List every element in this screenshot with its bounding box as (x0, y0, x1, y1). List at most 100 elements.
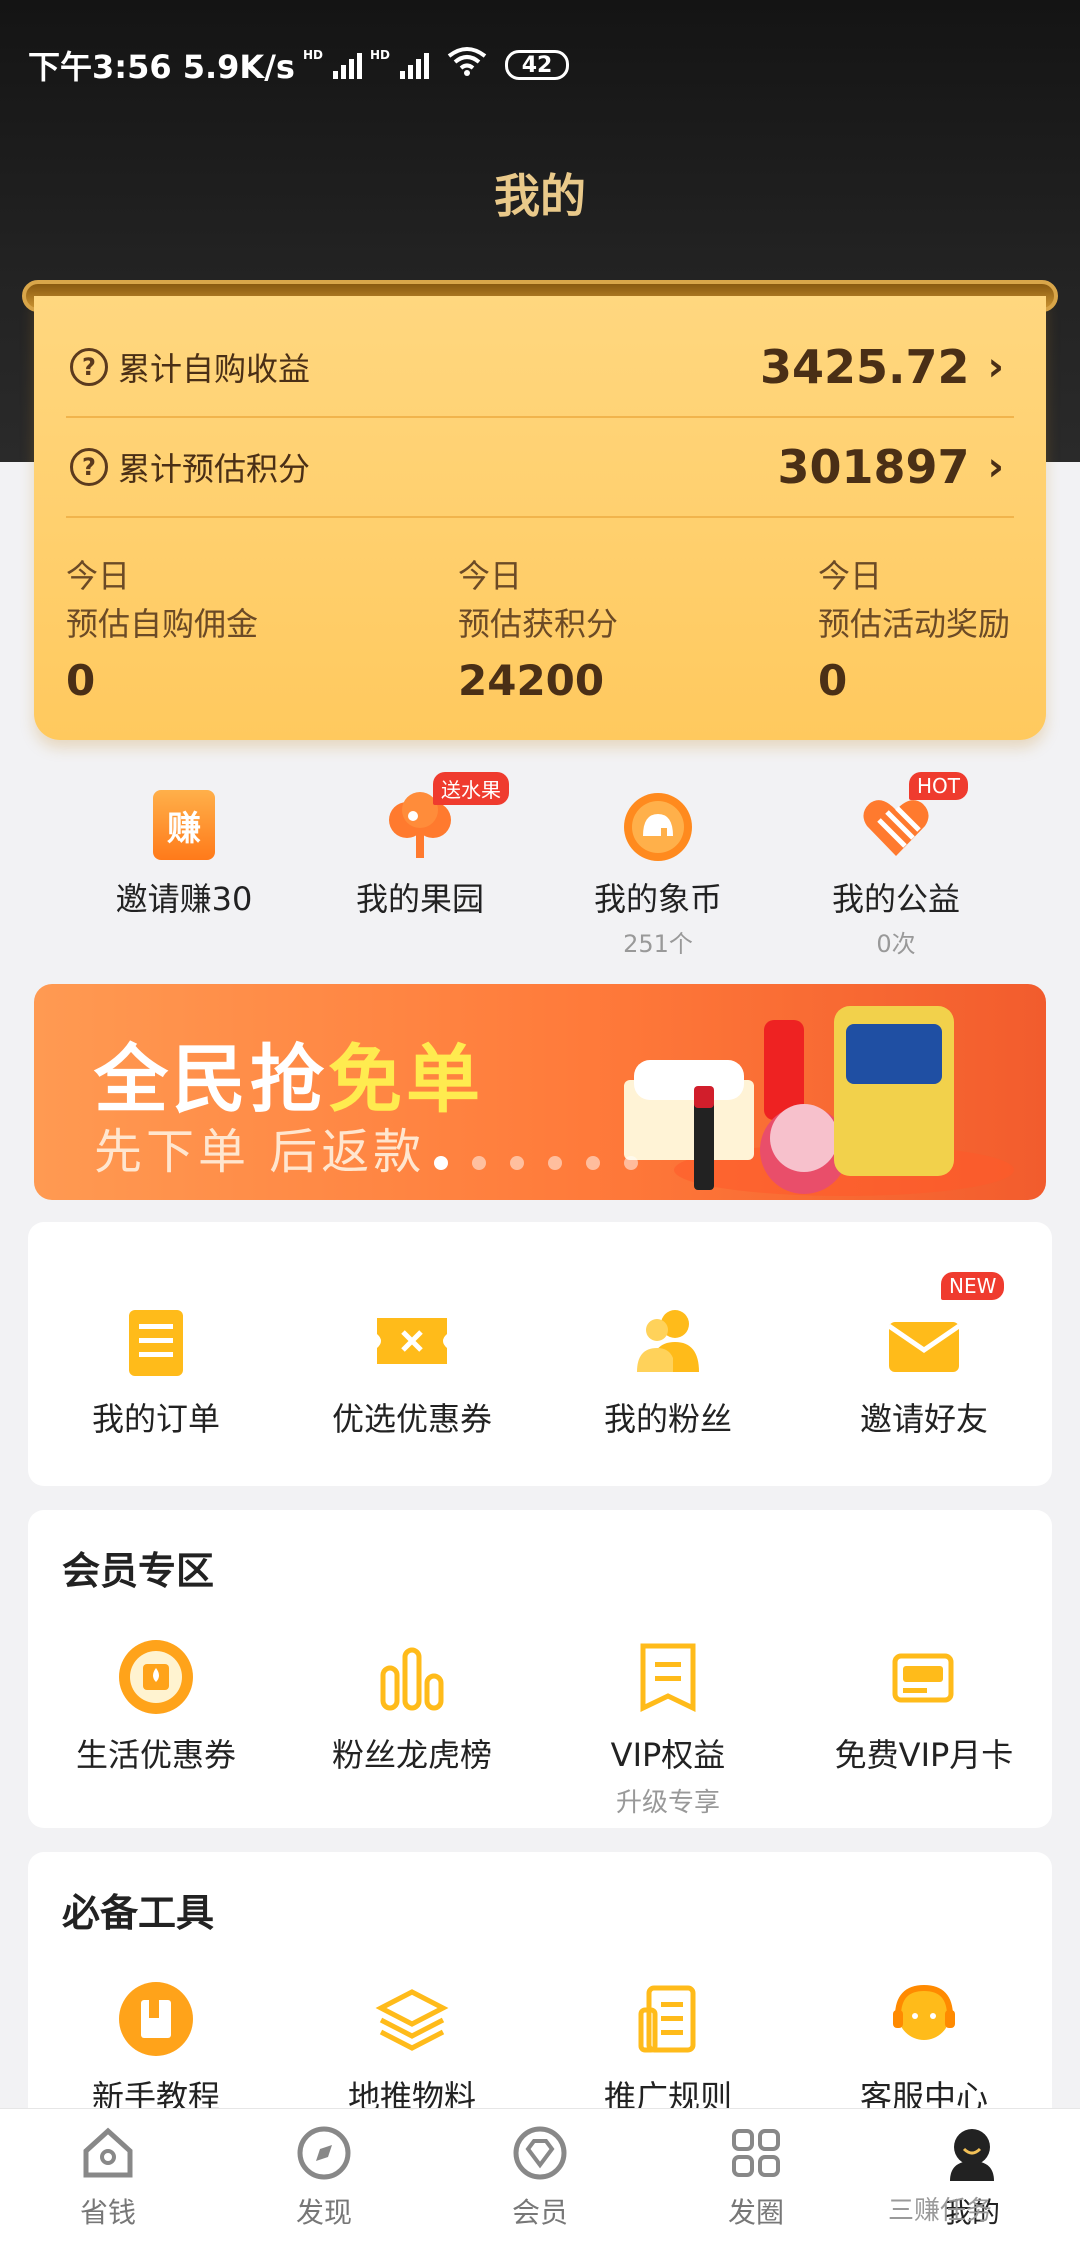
hd-label-2: HD (369, 48, 390, 62)
tab-mine[interactable]: 我的 (864, 2109, 1080, 2248)
vip-card-icon (885, 1638, 963, 1716)
hd-label: HD (302, 48, 323, 62)
profile-icon (942, 2123, 1002, 2183)
tab-moments[interactable]: 发圈 (648, 2109, 864, 2248)
quick-elephant-coin[interactable]: 我的象币 251个 (538, 790, 778, 959)
customer-service[interactable]: 客服中心 (796, 1980, 1052, 2118)
fans-leaderboard[interactable]: 粉丝龙虎榜 (284, 1638, 540, 1776)
promo-materials[interactable]: 地推物料 (284, 1980, 540, 2118)
free-vip-month-card[interactable]: 免费VIP月卡 (796, 1638, 1052, 1776)
vip-rights[interactable]: VIP权益 升级专享 (540, 1638, 796, 1819)
charity-heart-icon: HOT (859, 772, 968, 864)
today-label: 今日 (818, 557, 883, 595)
item-label: 免费VIP月卡 (834, 1736, 1014, 1774)
ranking-bars-icon (373, 1638, 451, 1716)
tab-discover[interactable]: 发现 (216, 2109, 432, 2248)
grid-icon (726, 2123, 786, 2183)
quick-invite-earn[interactable]: 赚 邀请赚30 (64, 790, 304, 920)
fans-icon (629, 1302, 707, 1380)
materials-layers-icon (373, 1980, 451, 2058)
item-label: 生活优惠券 (75, 1736, 236, 1774)
status-bar: 下午3:56 5.9K/s HD HD 42 (28, 42, 569, 88)
item-label: 粉丝龙虎榜 (331, 1736, 492, 1774)
signal-icon (332, 51, 362, 79)
compass-icon (294, 2123, 354, 2183)
total-points-row[interactable]: ? 累计预估积分 301897 › (66, 418, 1014, 518)
diamond-icon (510, 2123, 570, 2183)
banner-dot[interactable] (472, 1156, 486, 1170)
today-label: 今日 (66, 557, 131, 595)
elephant-coin-icon (621, 790, 695, 864)
status-time-speed: 下午3:56 5.9K/s (28, 48, 295, 86)
tools-panel: 必备工具 新手教程 地推物料 推广规则 客服中心 (28, 1852, 1052, 2152)
item-label: VIP权益 (610, 1736, 726, 1774)
new-tag: NEW (941, 1272, 1005, 1300)
tree-icon: 送水果 (383, 772, 509, 864)
beginner-tutorial[interactable]: 新手教程 (28, 1980, 284, 2118)
rules-doc-icon (629, 1980, 707, 2058)
banner-dot[interactable] (624, 1156, 638, 1170)
item-label: 邀请好友 (859, 1400, 988, 1438)
banner-title-a: 全民抢 (94, 1037, 328, 1123)
today-value: 0 (66, 656, 96, 705)
orders-icon (117, 1302, 195, 1380)
tab-label: 发圈 (727, 2196, 784, 2229)
life-coupons[interactable]: 生活优惠券 (28, 1638, 284, 1776)
section-title: 必备工具 (62, 1891, 215, 1935)
tab-label: 会员 (511, 2196, 568, 2229)
tab-label: 发现 (295, 2196, 352, 2229)
quick-actions: 赚 邀请赚30 送水果 我的果园 我的象币 251个 HOT 我的公益 0次 (0, 772, 1080, 958)
invite-envelope-icon: NEW (885, 1272, 1005, 1380)
banner-pagination[interactable] (434, 1156, 638, 1170)
page-title: 我的 (494, 169, 586, 223)
wifi-icon (447, 46, 487, 84)
chevron-right-icon: › (987, 344, 1004, 390)
item-label: 我的订单 (91, 1400, 220, 1438)
help-icon[interactable]: ? (70, 448, 108, 486)
invite-friends[interactable]: NEW 邀请好友 (796, 1272, 1052, 1440)
today-label: 今日 (458, 557, 523, 595)
tab-save-money[interactable]: 省钱 (0, 2109, 216, 2248)
today-desc: 预估自购佣金 (66, 605, 259, 643)
promo-banner[interactable]: 全民抢免单 先下单 后返款 (34, 984, 1046, 1200)
tab-label: 省钱 (79, 2196, 136, 2229)
my-fans[interactable]: 我的粉丝 (540, 1302, 796, 1440)
life-coupon-icon (117, 1638, 195, 1716)
row-label: 累计自购收益 (118, 350, 311, 388)
quick-orchard[interactable]: 送水果 我的果园 (300, 772, 540, 920)
banner-dot[interactable] (586, 1156, 600, 1170)
today-value: 0 (818, 656, 848, 705)
banner-dot[interactable] (434, 1156, 448, 1170)
quick-label: 邀请赚30 (115, 880, 253, 918)
earn-glyph: 赚 (153, 790, 215, 860)
quick-label: 我的象币 (593, 880, 722, 918)
tab-member[interactable]: 会员 (432, 2109, 648, 2248)
promotion-rules[interactable]: 推广规则 (540, 1980, 796, 2118)
total-purchase-earnings-row[interactable]: ? 累计自购收益 3425.72 › (66, 318, 1014, 418)
quick-label: 我的公益 (831, 880, 960, 918)
orchard-tag: 送水果 (433, 772, 509, 805)
today-desc: 预估获积分 (458, 605, 619, 643)
vip-rights-icon (629, 1638, 707, 1716)
battery-indicator: 42 (505, 50, 569, 80)
earnings-card: ? 累计自购收益 3425.72 › ? 累计预估积分 301897 › 今日 … (34, 296, 1046, 740)
quick-charity[interactable]: HOT 我的公益 0次 (776, 772, 1016, 959)
row-label: 累计预估积分 (118, 450, 311, 488)
today-activity-reward: 今日 预估活动奖励 0 (818, 552, 1010, 705)
banner-products-illustration (594, 1000, 1024, 1196)
quick-sub: 251个 (623, 930, 693, 958)
my-orders[interactable]: 我的订单 (28, 1302, 284, 1440)
banner-dot[interactable] (510, 1156, 524, 1170)
today-commission: 今日 预估自购佣金 0 (66, 552, 258, 705)
home-icon (78, 2123, 138, 2183)
today-points: 今日 预估获积分 24200 (458, 552, 618, 705)
quick-sub: 0次 (876, 930, 916, 958)
preferred-coupons[interactable]: 优选优惠券 (284, 1302, 540, 1440)
customer-service-icon (885, 1980, 963, 2058)
banner-title-b: 免单 (328, 1037, 484, 1123)
coupon-icon (373, 1302, 451, 1380)
banner-title: 全民抢免单 (94, 1020, 484, 1127)
banner-dot[interactable] (548, 1156, 562, 1170)
watermark-text: 三赚任务 (888, 2196, 993, 2226)
help-icon[interactable]: ? (70, 348, 108, 386)
